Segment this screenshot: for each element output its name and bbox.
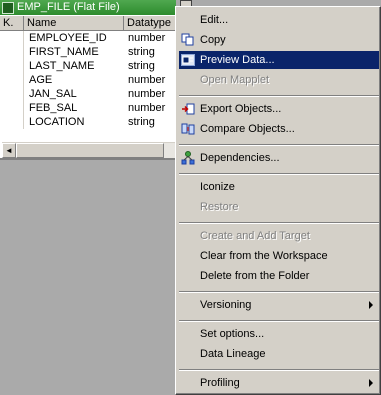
menu-item-dependencies[interactable]: Dependencies... <box>179 149 379 167</box>
submenu-arrow-icon <box>369 301 373 309</box>
menu-item-profiling[interactable]: Profiling <box>179 374 379 392</box>
menu-item-iconize[interactable]: Iconize <box>179 178 379 196</box>
window-bottom-border <box>0 158 176 160</box>
source-title: EMP_FILE (Flat File) <box>17 1 120 13</box>
column-header-datatype[interactable]: Datatype <box>124 16 176 30</box>
column-header-name[interactable]: Name <box>24 16 124 30</box>
submenu-arrow-icon <box>369 379 373 387</box>
menu-separator <box>179 173 379 175</box>
port-row[interactable]: AGE number <box>0 73 176 87</box>
menu-item-data-lineage[interactable]: Data Lineage <box>179 345 379 363</box>
menu-item-versioning[interactable]: Versioning <box>179 296 379 314</box>
port-row[interactable]: JAN_SAL number <box>0 87 176 101</box>
menu-item-label: Restore <box>200 201 239 213</box>
port-name: LOCATION <box>29 116 85 128</box>
key-cell <box>0 73 24 87</box>
port-name: FEB_SAL <box>29 102 78 114</box>
column-header-row: K. Name Datatype <box>0 16 176 31</box>
menu-item-label: Data Lineage <box>200 348 266 360</box>
port-datatype: number <box>128 74 166 86</box>
key-cell <box>0 59 24 73</box>
menu-item-edit[interactable]: Edit... <box>179 11 379 29</box>
menu-item-label: Compare Objects... <box>200 123 295 135</box>
port-row[interactable]: FEB_SAL number <box>0 101 176 115</box>
horizontal-scrollbar[interactable]: ◄ <box>2 142 176 158</box>
dependencies-icon <box>181 151 195 165</box>
export-icon <box>181 102 195 116</box>
menu-item-create-and-add-target[interactable]: Create and Add Target <box>179 227 379 245</box>
port-name: LAST_NAME <box>29 60 95 72</box>
port-datatype: number <box>128 32 166 44</box>
menu-item-label: Create and Add Target <box>200 230 310 242</box>
port-list: EMPLOYEE_ID number FIRST_NAME string LAST_… <box>0 31 176 129</box>
menu-item-label: Delete from the Folder <box>200 270 310 282</box>
source-title-bar[interactable]: EMP_FILE (Flat File) <box>0 0 176 15</box>
menu-item-export-objects[interactable]: Export Objects... <box>179 100 379 118</box>
menu-separator <box>179 291 379 293</box>
port-row[interactable]: LAST_NAME string <box>0 59 176 73</box>
scroll-thumb[interactable] <box>16 143 164 158</box>
key-cell <box>0 115 24 129</box>
menu-item-clear-from-workspace[interactable]: Clear from the Workspace <box>179 247 379 265</box>
port-name: AGE <box>29 74 53 86</box>
menu-item-open-mapplet[interactable]: Open Mapplet <box>179 71 379 89</box>
menu-item-label: Export Objects... <box>200 103 282 115</box>
menu-item-set-options[interactable]: Set options... <box>179 325 379 343</box>
menu-item-preview-data[interactable]: Preview Data... <box>179 51 379 69</box>
menu-item-label: Edit... <box>200 14 229 26</box>
menu-item-copy[interactable]: Copy <box>179 31 379 49</box>
menu-item-label: Versioning <box>200 299 252 311</box>
menu-item-label: Dependencies... <box>200 152 280 164</box>
copy-icon <box>181 33 195 47</box>
port-name: JAN_SAL <box>29 88 77 100</box>
port-datatype: string <box>128 116 155 128</box>
menu-item-compare-objects[interactable]: Compare Objects... <box>179 120 379 138</box>
port-datatype: string <box>128 46 155 58</box>
port-datatype: number <box>128 102 166 114</box>
key-cell <box>0 45 24 59</box>
menu-item-label: Open Mapplet <box>200 74 270 86</box>
port-datatype: number <box>128 88 166 100</box>
menu-separator <box>179 144 379 146</box>
menu-separator <box>179 320 379 322</box>
menu-item-label: Clear from the Workspace <box>200 250 328 262</box>
menu-separator <box>179 95 379 97</box>
menu-separator <box>179 369 379 371</box>
key-cell <box>0 101 24 115</box>
menu-separator <box>179 222 379 224</box>
column-header-key[interactable]: K. <box>0 16 24 30</box>
menu-item-label: Preview Data... <box>200 54 275 66</box>
key-cell <box>0 31 24 45</box>
flat-file-icon <box>2 2 14 14</box>
port-name: FIRST_NAME <box>29 46 99 58</box>
scroll-left-button[interactable]: ◄ <box>2 143 16 158</box>
port-datatype: string <box>128 60 155 72</box>
menu-item-restore[interactable]: Restore <box>179 198 379 216</box>
menu-item-label: Copy <box>200 34 226 46</box>
port-name: EMPLOYEE_ID <box>29 32 107 44</box>
menu-item-label: Set options... <box>200 328 265 340</box>
context-menu: Edit... Copy Preview Data... Open Mapple… <box>175 6 381 395</box>
preview-data-icon <box>181 53 195 67</box>
emp-file-source-window[interactable]: EMP_FILE (Flat File) K. Name Datatype EM… <box>0 0 176 160</box>
menu-item-label: Profiling <box>200 377 240 389</box>
port-row[interactable]: FIRST_NAME string <box>0 45 176 59</box>
port-row[interactable]: EMPLOYEE_ID number <box>0 31 176 45</box>
key-cell <box>0 87 24 101</box>
menu-item-delete-from-folder[interactable]: Delete from the Folder <box>179 267 379 285</box>
port-row[interactable]: LOCATION string <box>0 115 176 129</box>
compare-icon <box>181 122 195 136</box>
menu-item-label: Iconize <box>200 181 235 193</box>
